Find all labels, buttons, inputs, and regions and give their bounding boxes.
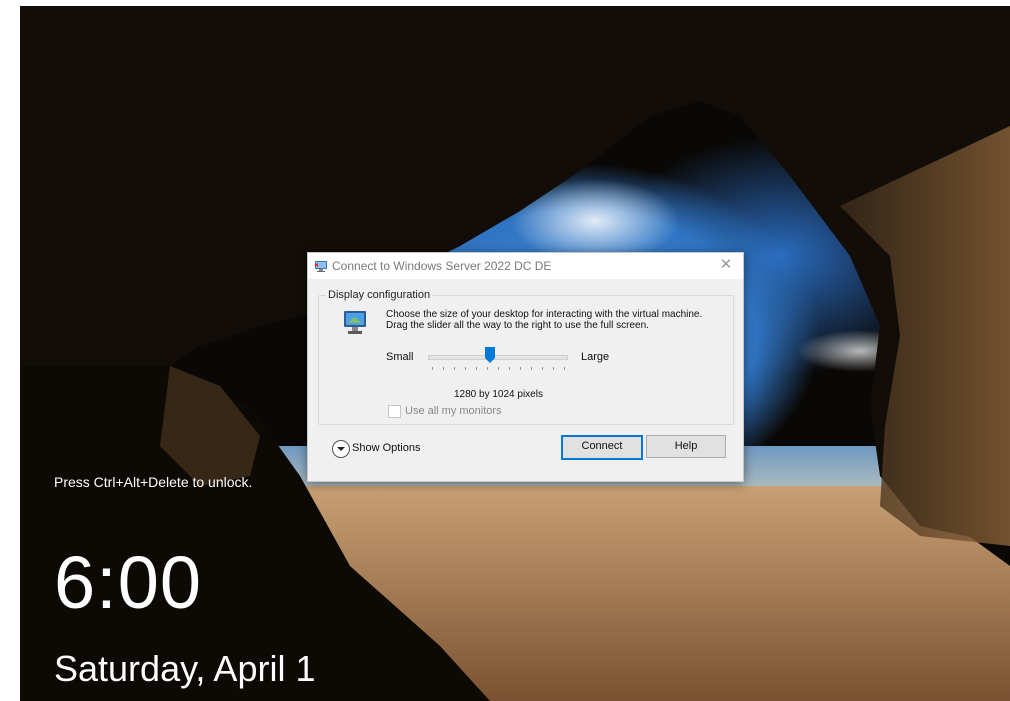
slider-tick (498, 367, 499, 370)
slider-tick (509, 367, 510, 370)
slider-tick (542, 367, 543, 370)
use-all-monitors-checkbox[interactable] (388, 405, 401, 418)
slider-tick (553, 367, 554, 370)
slider-max-label: Large (581, 351, 610, 363)
resolution-readout: 1280 by 1024 pixels (454, 389, 543, 400)
slider-tick (432, 367, 433, 370)
show-options-label[interactable]: Show Options (352, 442, 420, 454)
slider-tick (487, 367, 488, 370)
help-button[interactable]: Help (646, 435, 726, 458)
chevron-down-icon (337, 447, 345, 451)
show-options-toggle[interactable] (332, 440, 350, 458)
connect-dialog: Connect to Windows Server 2022 DC DE ✕ D… (307, 252, 744, 482)
slider-tick (476, 367, 477, 370)
slider-tick (564, 367, 565, 370)
vm-connect-icon (314, 261, 327, 272)
connect-button[interactable]: Connect (561, 435, 643, 460)
slider-min-label: Small (386, 351, 414, 363)
resolution-slider-ticks (432, 367, 565, 370)
slider-tick (531, 367, 532, 370)
close-icon[interactable]: ✕ (717, 256, 735, 274)
use-all-monitors-label[interactable]: Use all my monitors (405, 405, 502, 417)
lock-clock: 6:00 (54, 541, 203, 624)
slider-tick (454, 367, 455, 370)
slider-tick (520, 367, 521, 370)
dialog-titlebar[interactable]: Connect to Windows Server 2022 DC DE ✕ (308, 253, 743, 279)
slider-tick (465, 367, 466, 370)
unlock-hint: Press Ctrl+Alt+Delete to unlock. (54, 474, 253, 490)
lock-date: Saturday, April 1 (54, 648, 316, 689)
display-config-label: Display configuration (326, 289, 433, 301)
slider-tick (443, 367, 444, 370)
resolution-slider-thumb[interactable] (485, 347, 496, 363)
resolution-slider-track[interactable] (428, 355, 568, 360)
dialog-title: Connect to Windows Server 2022 DC DE (332, 259, 552, 273)
monitor-icon (344, 311, 366, 334)
display-config-description: Choose the size of your desktop for inte… (386, 309, 703, 331)
